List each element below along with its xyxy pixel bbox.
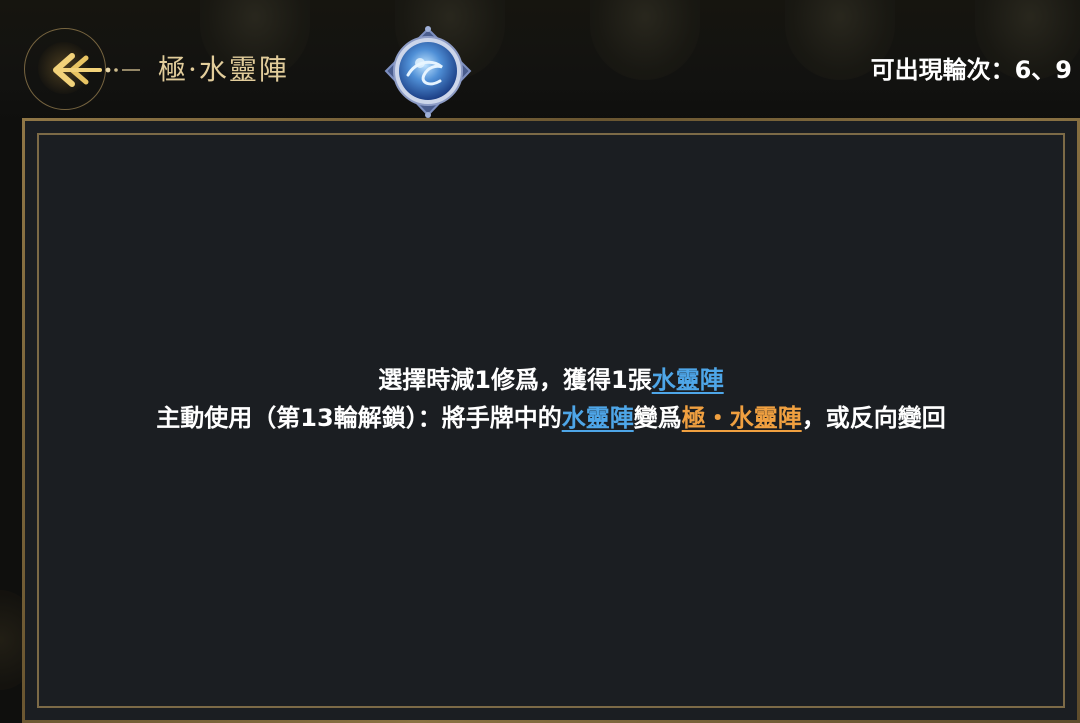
- back-arrow-icon: [53, 53, 140, 87]
- description-text: 選擇時減1修爲，獲得1張: [378, 366, 652, 394]
- back-button[interactable]: [24, 28, 144, 112]
- description-text: 變爲: [633, 404, 682, 432]
- supreme-water-spirit-array-link[interactable]: 極・水靈陣: [682, 404, 802, 432]
- water-spirit-array-link[interactable]: 水靈陣: [652, 366, 724, 394]
- description-panel: 選擇時減1修爲，獲得1張水靈陣 主動使用（第13輪解鎖）：將手牌中的水靈陣變爲極…: [22, 118, 1080, 723]
- page-title: 極·水靈陣: [158, 53, 289, 86]
- description-line-2: 主動使用（第13輪解鎖）：將手牌中的水靈陣變爲極・水靈陣，或反向變回: [85, 399, 1017, 437]
- description-text: ，或反向變回: [801, 404, 946, 432]
- background-badge: [590, 0, 700, 80]
- card-description: 選擇時減1修爲，獲得1張水靈陣 主動使用（第13輪解鎖）：將手牌中的水靈陣變爲極…: [85, 361, 1017, 437]
- card-icon: [380, 25, 476, 121]
- water-spirit-array-icon: [384, 26, 472, 118]
- water-spirit-array-link[interactable]: 水靈陣: [562, 404, 634, 432]
- description-line-1: 選擇時減1修爲，獲得1張水靈陣: [85, 361, 1017, 399]
- description-text: 主動使用（第13輪解鎖）：將手牌中的: [156, 404, 562, 432]
- available-rounds-label: 可出現輪次：6、9: [870, 56, 1072, 84]
- description-panel-inner: 選擇時減1修爲，獲得1張水靈陣 主動使用（第13輪解鎖）：將手牌中的水靈陣變爲極…: [25, 121, 1077, 720]
